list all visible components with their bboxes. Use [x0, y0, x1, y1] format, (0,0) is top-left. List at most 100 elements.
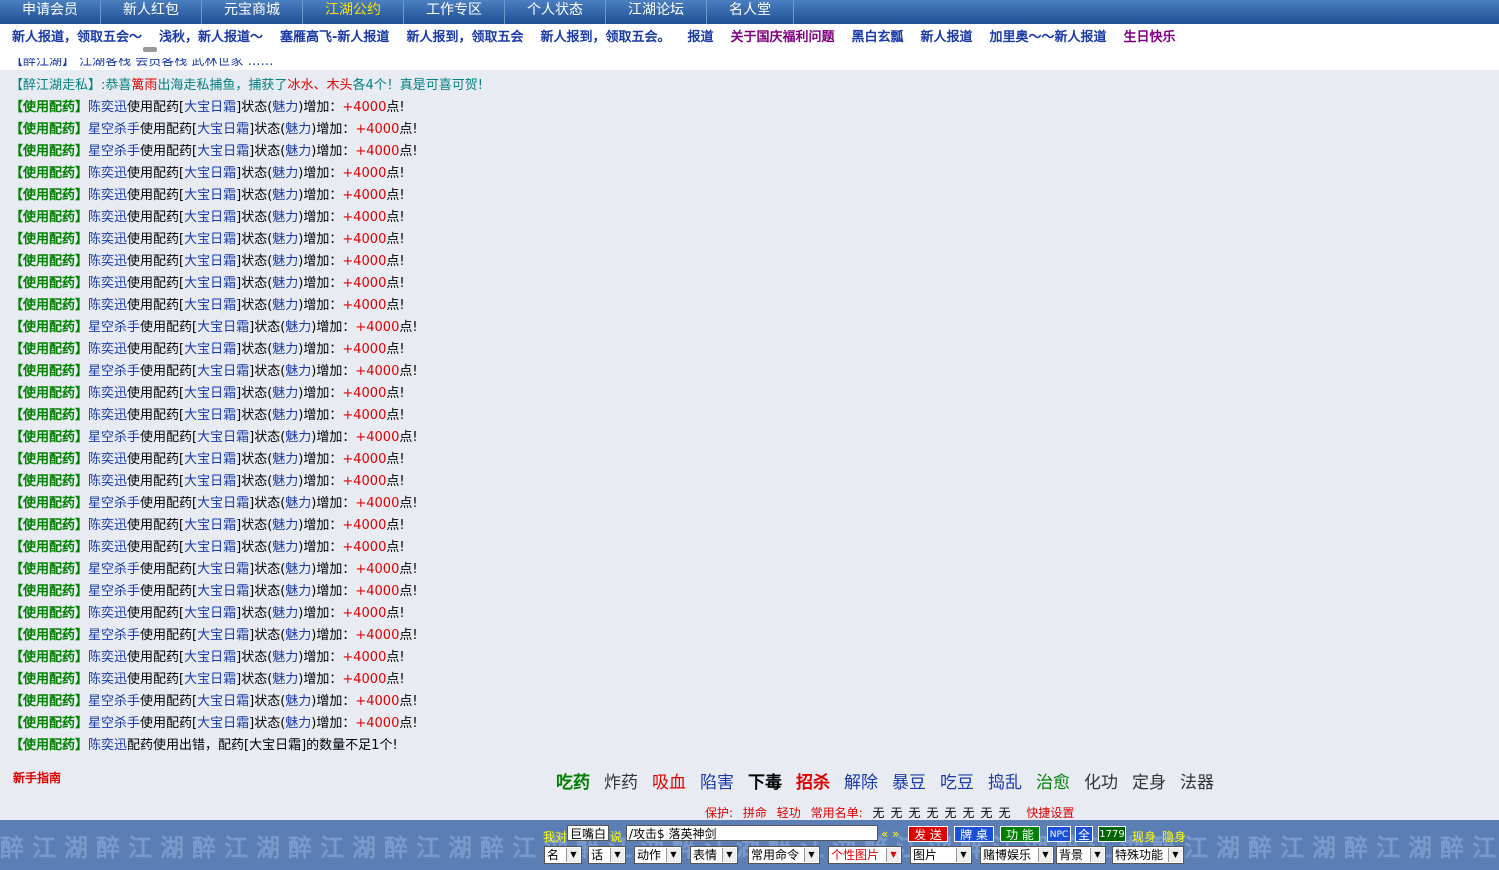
- room-tabs-strip[interactable]: 【醉江湖】 江湖客栈 会员客栈 武林世家 ……: [0, 58, 1499, 70]
- player-name[interactable]: 陈奕迅: [88, 540, 127, 555]
- dropdown-select[interactable]: 话 ▼: [588, 846, 626, 864]
- topnav-item[interactable]: 元宝商城: [202, 0, 303, 24]
- player-name[interactable]: 陈奕迅: [88, 650, 127, 665]
- player-name[interactable]: 星空杀手: [88, 628, 140, 643]
- common-list-slot[interactable]: 无: [945, 806, 957, 820]
- skill-button[interactable]: 陷害: [700, 768, 734, 793]
- common-list-slot[interactable]: 无: [926, 806, 938, 820]
- player-name[interactable]: 星空杀手: [88, 430, 140, 445]
- npc-button[interactable]: NPC: [1047, 826, 1071, 842]
- common-list-slot[interactable]: 无: [872, 806, 884, 820]
- skill-button[interactable]: 治愈: [1036, 768, 1070, 793]
- dropdown-select[interactable]: 动作 ▼: [634, 846, 682, 864]
- dropdown-select[interactable]: 个性图片 ▼: [828, 846, 902, 864]
- card-table-button[interactable]: 牌 桌: [954, 826, 994, 842]
- target-input[interactable]: 巨嘴白: [567, 825, 609, 841]
- chevron-down-icon[interactable]: ▼: [666, 848, 680, 862]
- chevron-down-icon[interactable]: ▼: [1038, 848, 1052, 862]
- chevron-down-icon[interactable]: ▼: [566, 848, 580, 862]
- dropdown-select[interactable]: 名 ▼: [544, 846, 582, 864]
- dropdown-select[interactable]: 常用命令 ▼: [748, 846, 820, 864]
- player-name[interactable]: 星空杀手: [88, 320, 140, 335]
- skill-button[interactable]: 暴豆: [892, 768, 926, 793]
- skill-button[interactable]: 吃豆: [940, 768, 974, 793]
- quick-settings-link[interactable]: 快捷设置: [1026, 806, 1074, 820]
- function-button[interactable]: 功 能: [1000, 826, 1040, 842]
- protect-item[interactable]: 轻功: [777, 806, 801, 820]
- player-name[interactable]: 星空杀手: [88, 364, 140, 379]
- skill-button[interactable]: 吸血: [652, 768, 686, 793]
- player-name[interactable]: 星空杀手: [88, 562, 140, 577]
- topnav-item[interactable]: 工作专区: [404, 0, 505, 24]
- dropdown-select[interactable]: 背景 ▼: [1056, 846, 1106, 864]
- topnav-item[interactable]: 申请会员: [0, 0, 101, 24]
- dropdown-select[interactable]: 表情 ▼: [690, 846, 738, 864]
- player-name[interactable]: 星空杀手: [88, 496, 140, 511]
- player-name[interactable]: 陈奕迅: [88, 518, 127, 533]
- announcement-link[interactable]: 生日快乐: [1124, 26, 1176, 45]
- player-name[interactable]: 星空杀手: [88, 716, 140, 731]
- skill-button[interactable]: 化功: [1084, 768, 1118, 793]
- send-button[interactable]: 发 送: [908, 826, 948, 842]
- chevron-down-icon[interactable]: ▼: [804, 848, 818, 862]
- skill-button[interactable]: 炸药: [604, 768, 638, 793]
- newbie-guide-link[interactable]: 新手指南: [13, 769, 61, 786]
- chevron-down-icon[interactable]: ▼: [956, 848, 970, 862]
- chevron-down-icon[interactable]: ▼: [722, 848, 736, 862]
- player-name[interactable]: 陈奕迅: [88, 166, 127, 181]
- player-name[interactable]: 陈奕迅: [88, 738, 127, 753]
- player-name[interactable]: 陈奕迅: [88, 276, 127, 291]
- announcement-link[interactable]: 新人报到，领取五会: [406, 26, 523, 45]
- announcement-link[interactable]: 加里奥～～新人报道: [990, 26, 1107, 45]
- all-button[interactable]: 全: [1075, 826, 1093, 842]
- message-input[interactable]: /攻击$ 落英神剑: [626, 825, 878, 841]
- player-name[interactable]: 陈奕迅: [88, 232, 127, 247]
- common-list-slot[interactable]: 无: [890, 806, 902, 820]
- skill-button[interactable]: 下毒: [748, 768, 782, 793]
- skill-button[interactable]: 招杀: [796, 768, 830, 793]
- announcement-link[interactable]: 新人报道: [921, 26, 973, 45]
- history-arrows[interactable]: « »: [881, 827, 900, 841]
- common-list-slot[interactable]: 无: [981, 806, 993, 820]
- announcement-link[interactable]: 新人报道，领取五会～: [12, 26, 142, 45]
- topnav-item[interactable]: 新人红包: [101, 0, 202, 24]
- player-name[interactable]: 星空杀手: [88, 144, 140, 159]
- common-list-slot[interactable]: 无: [963, 806, 975, 820]
- player-name[interactable]: 星空杀手: [88, 122, 140, 137]
- player-name[interactable]: 陈奕迅: [88, 386, 127, 401]
- skill-button[interactable]: 吃药: [556, 768, 590, 793]
- player-name[interactable]: 星空杀手: [88, 694, 140, 709]
- player-name[interactable]: 陈奕迅: [88, 474, 127, 489]
- player-name[interactable]: 陈奕迅: [88, 672, 127, 687]
- player-name[interactable]: 陈奕迅: [88, 188, 127, 203]
- announcement-link[interactable]: 塞雁高飞-新人报道: [280, 26, 389, 45]
- protect-item[interactable]: 拼命: [743, 806, 767, 820]
- topnav-item[interactable]: 江湖公约: [303, 0, 404, 24]
- player-name[interactable]: 陈奕迅: [88, 254, 127, 269]
- skill-button[interactable]: 捣乱: [988, 768, 1022, 793]
- hide-button[interactable]: 隐身: [1162, 828, 1186, 845]
- player-name[interactable]: 陈奕迅: [88, 210, 127, 225]
- player-name[interactable]: 陈奕迅: [88, 452, 127, 467]
- topnav-item[interactable]: 江湖论坛: [606, 0, 707, 24]
- announcement-link[interactable]: 报道: [687, 26, 713, 45]
- player-name[interactable]: 陈奕迅: [88, 606, 127, 621]
- chevron-down-icon[interactable]: ▼: [610, 848, 624, 862]
- show-button[interactable]: 现身: [1132, 828, 1156, 845]
- common-list-slot[interactable]: 无: [999, 806, 1011, 820]
- chat-log[interactable]: 【醉江湖走私】:恭喜篱雨出海走私捕鱼，捕获了冰水、木头各4个！真是可喜可贺! 【…: [0, 70, 1499, 764]
- player-name[interactable]: 陈奕迅: [88, 100, 127, 115]
- chevron-down-icon[interactable]: ▼: [1168, 848, 1182, 862]
- player-name[interactable]: 篱雨: [131, 78, 157, 93]
- announcement-link[interactable]: 浅秋，新人报道～: [159, 26, 263, 45]
- skill-button[interactable]: 定身: [1132, 768, 1166, 793]
- topnav-item[interactable]: 个人状态: [505, 0, 606, 24]
- player-name[interactable]: 陈奕迅: [88, 298, 127, 313]
- topnav-item[interactable]: 名人堂: [707, 0, 794, 24]
- player-name[interactable]: 星空杀手: [88, 584, 140, 599]
- skill-button[interactable]: 法器: [1180, 768, 1214, 793]
- common-list-slot[interactable]: 无: [908, 806, 920, 820]
- announcement-link[interactable]: 新人报到，领取五会。: [540, 26, 670, 45]
- player-name[interactable]: 陈奕迅: [88, 408, 127, 423]
- skill-button[interactable]: 解除: [844, 768, 878, 793]
